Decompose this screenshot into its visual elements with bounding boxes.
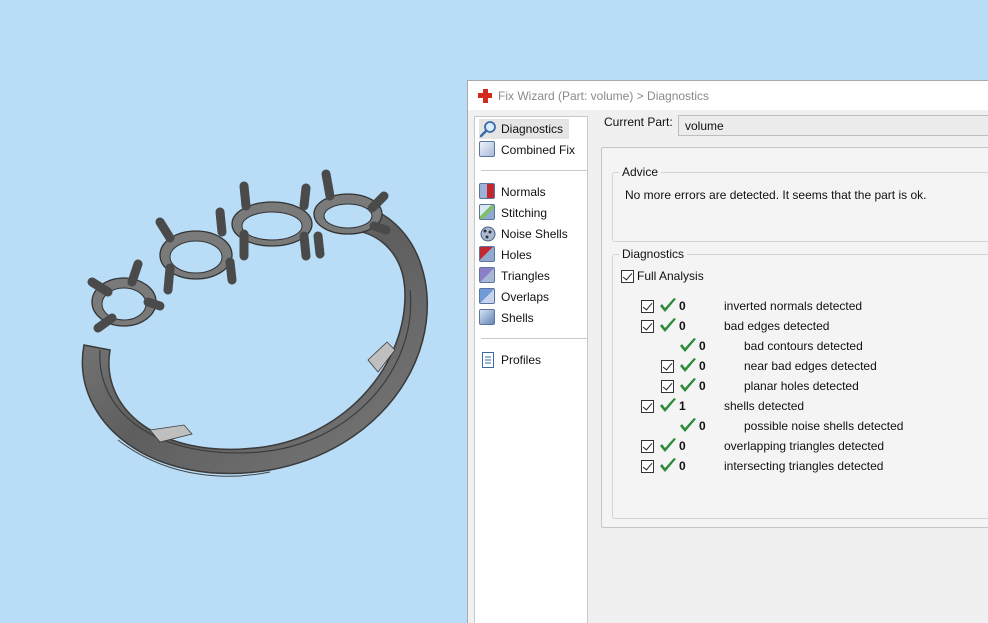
diagnostics-legend: Diagnostics: [619, 247, 688, 261]
diagnostic-checkbox[interactable]: [641, 320, 654, 333]
sidebar-item-label: Shells: [501, 311, 534, 325]
sidebar-item-label: Profiles: [501, 353, 542, 367]
diagnostic-label: possible noise shells detected: [744, 419, 904, 433]
diagnostic-count: 0: [679, 459, 686, 473]
advice-legend: Advice: [619, 165, 662, 179]
diagnostic-count: 0: [679, 319, 686, 333]
sidebar-item-overlaps[interactable]: Overlaps: [479, 287, 555, 307]
sidebar-item-label: Combined Fix: [501, 143, 576, 157]
green-check-icon: [660, 438, 676, 452]
diagnostic-count: 0: [699, 419, 706, 433]
noise-shells-icon: [479, 225, 497, 243]
diagnostic-count: 0: [699, 359, 706, 373]
diagnostics-panel: Advice No more errors are detected. It s…: [601, 147, 988, 528]
combined-fix-cube-icon: [479, 141, 497, 159]
diagnostic-label: inverted normals detected: [724, 299, 863, 313]
sidebar-item-label: Diagnostics: [501, 122, 564, 136]
diagnostic-checkbox[interactable]: [641, 440, 654, 453]
sidebar-item-diagnostics[interactable]: Diagnostics: [479, 119, 570, 139]
triangles-cube-icon: [479, 267, 497, 285]
diagnostic-checkbox[interactable]: [641, 460, 654, 473]
diagnostic-checkbox[interactable]: [641, 400, 654, 413]
advice-text: No more errors are detected. It seems th…: [625, 188, 927, 202]
fix-wizard-window: Fix Wizard (Part: volume) > Diagnostics …: [467, 80, 988, 623]
diagnostic-count: 0: [699, 339, 706, 353]
diagnostic-count: 1: [679, 399, 686, 413]
sidebar-item-noise-shells[interactable]: Noise Shells: [479, 224, 574, 244]
full-analysis-checkbox[interactable]: [621, 270, 634, 283]
wizard-sidebar: Diagnostics Combined Fix Normals Stitchi…: [474, 116, 588, 623]
sidebar-item-combined-fix[interactable]: Combined Fix: [479, 140, 581, 160]
sidebar-item-label: Triangles: [501, 269, 550, 283]
overlaps-cube-icon: [479, 288, 497, 306]
diagnostic-count: 0: [679, 299, 686, 313]
sidebar-item-normals[interactable]: Normals: [479, 182, 552, 202]
red-cross-app-icon: [478, 88, 492, 103]
advice-group: Advice No more errors are detected. It s…: [612, 165, 988, 242]
sidebar-item-shells[interactable]: Shells: [479, 308, 540, 328]
ring-model: [81, 169, 429, 477]
current-part-field[interactable]: volume: [678, 115, 988, 136]
3d-viewport[interactable]: [0, 0, 468, 623]
sidebar-item-holes[interactable]: Holes: [479, 245, 538, 265]
green-check-icon: [680, 338, 696, 352]
diagnostic-checkbox[interactable]: [641, 300, 654, 313]
sidebar-item-label: Normals: [501, 185, 546, 199]
diagnostic-checkbox[interactable]: [661, 380, 674, 393]
holes-cube-icon: [479, 246, 497, 264]
green-check-icon: [680, 418, 696, 432]
sidebar-item-label: Stitching: [501, 206, 548, 220]
green-check-icon: [660, 458, 676, 472]
full-analysis-label: Full Analysis: [637, 269, 704, 283]
diagnostic-label: shells detected: [724, 399, 805, 413]
diagnostic-count: 0: [699, 379, 706, 393]
window-title: Fix Wizard (Part: volume) > Diagnostics: [498, 88, 710, 103]
stitching-cube-icon: [479, 204, 497, 222]
green-check-icon: [660, 398, 676, 412]
green-check-icon: [660, 298, 676, 312]
shells-cube-icon: [479, 309, 497, 327]
sidebar-item-label: Holes: [501, 248, 532, 262]
green-check-icon: [660, 318, 676, 332]
window-titlebar[interactable]: Fix Wizard (Part: volume) > Diagnostics: [468, 81, 988, 110]
sidebar-item-profiles[interactable]: Profiles: [479, 350, 547, 370]
diagnostic-label: bad edges detected: [724, 319, 830, 333]
diagnostic-label: planar holes detected: [744, 379, 859, 393]
diagnostic-label: overlapping triangles detected: [724, 439, 885, 453]
magnifier-icon: [479, 120, 497, 138]
sidebar-item-label: Overlaps: [501, 290, 550, 304]
diagnostic-count: 0: [679, 439, 686, 453]
current-part-label: Current Part:: [604, 115, 673, 129]
sidebar-divider: [481, 170, 587, 171]
diagnostics-group: Diagnostics Full Analysis 0 inverted norm…: [612, 247, 988, 519]
diagnostic-label: bad contours detected: [744, 339, 863, 353]
normals-cube-icon: [479, 183, 497, 201]
document-icon: [479, 351, 497, 369]
sidebar-divider: [481, 338, 587, 339]
sidebar-item-label: Noise Shells: [501, 227, 568, 241]
sidebar-item-stitching[interactable]: Stitching: [479, 203, 553, 223]
green-check-icon: [680, 378, 696, 392]
sidebar-item-triangles[interactable]: Triangles: [479, 266, 556, 286]
diagnostic-label: intersecting triangles detected: [724, 459, 884, 473]
diagnostic-checkbox[interactable]: [661, 360, 674, 373]
green-check-icon: [680, 358, 696, 372]
diagnostic-label: near bad edges detected: [744, 359, 877, 373]
